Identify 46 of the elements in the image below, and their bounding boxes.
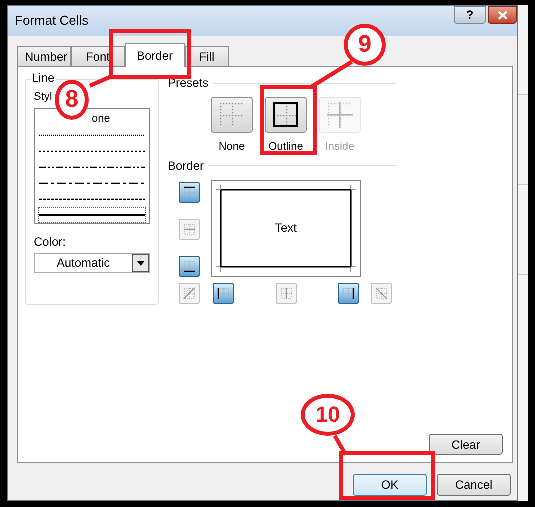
border-toggle-button[interactable] xyxy=(179,282,200,304)
close-icon xyxy=(498,10,508,20)
line-pattern-icon xyxy=(39,182,145,184)
border-line-icon xyxy=(182,286,197,300)
highlight-frame xyxy=(260,85,317,155)
line-pattern-icon xyxy=(39,214,145,216)
preview-text: Text xyxy=(274,220,297,237)
preset-label: Inside xyxy=(325,140,355,155)
dialog-button[interactable]: OK xyxy=(353,474,427,496)
outline-border-icon xyxy=(273,102,299,128)
line-pattern-icon xyxy=(39,166,145,168)
line-style-option[interactable] xyxy=(38,207,146,223)
clear-button[interactable]: Clear xyxy=(429,434,503,455)
leader-line xyxy=(89,74,114,88)
field-label: Color: xyxy=(34,236,68,248)
border-toggle-button[interactable] xyxy=(179,218,200,240)
no-border-icon xyxy=(219,102,245,128)
close-button[interactable] xyxy=(488,6,517,24)
tab[interactable]: Number xyxy=(17,46,71,66)
tab[interactable]: Border xyxy=(125,43,185,67)
tab[interactable]: Fill xyxy=(185,46,229,66)
line-pattern-icon xyxy=(39,150,145,152)
border-toggle-button[interactable] xyxy=(338,282,359,304)
preset-label: Outline xyxy=(268,140,304,155)
border-toggle-button[interactable] xyxy=(371,282,392,304)
section-title: Presets xyxy=(168,77,209,89)
tab[interactable]: Font xyxy=(71,46,125,66)
dialog-button[interactable]: Cancel xyxy=(437,474,511,496)
window-title: Format Cells xyxy=(15,12,89,30)
border-toggle-button[interactable] xyxy=(179,182,200,202)
color-dropdown[interactable]: Automatic xyxy=(34,253,150,273)
leader-line xyxy=(308,60,354,90)
field-label: Styl xyxy=(34,92,52,103)
preset-label: None xyxy=(218,140,246,155)
border-toggle-button[interactable] xyxy=(213,282,234,304)
help-button[interactable]: ? xyxy=(454,6,486,24)
section-title: Border xyxy=(168,160,204,172)
border-line-icon xyxy=(374,286,389,300)
border-toggle-button[interactable] xyxy=(276,282,296,304)
line-pattern-icon xyxy=(39,198,145,200)
border-toggle-button[interactable] xyxy=(179,256,200,276)
group-title: Line xyxy=(31,72,56,84)
leader-line xyxy=(333,435,348,456)
inside-border-icon xyxy=(327,102,353,128)
preset-button[interactable] xyxy=(265,97,307,133)
line-pattern-icon xyxy=(39,134,145,136)
